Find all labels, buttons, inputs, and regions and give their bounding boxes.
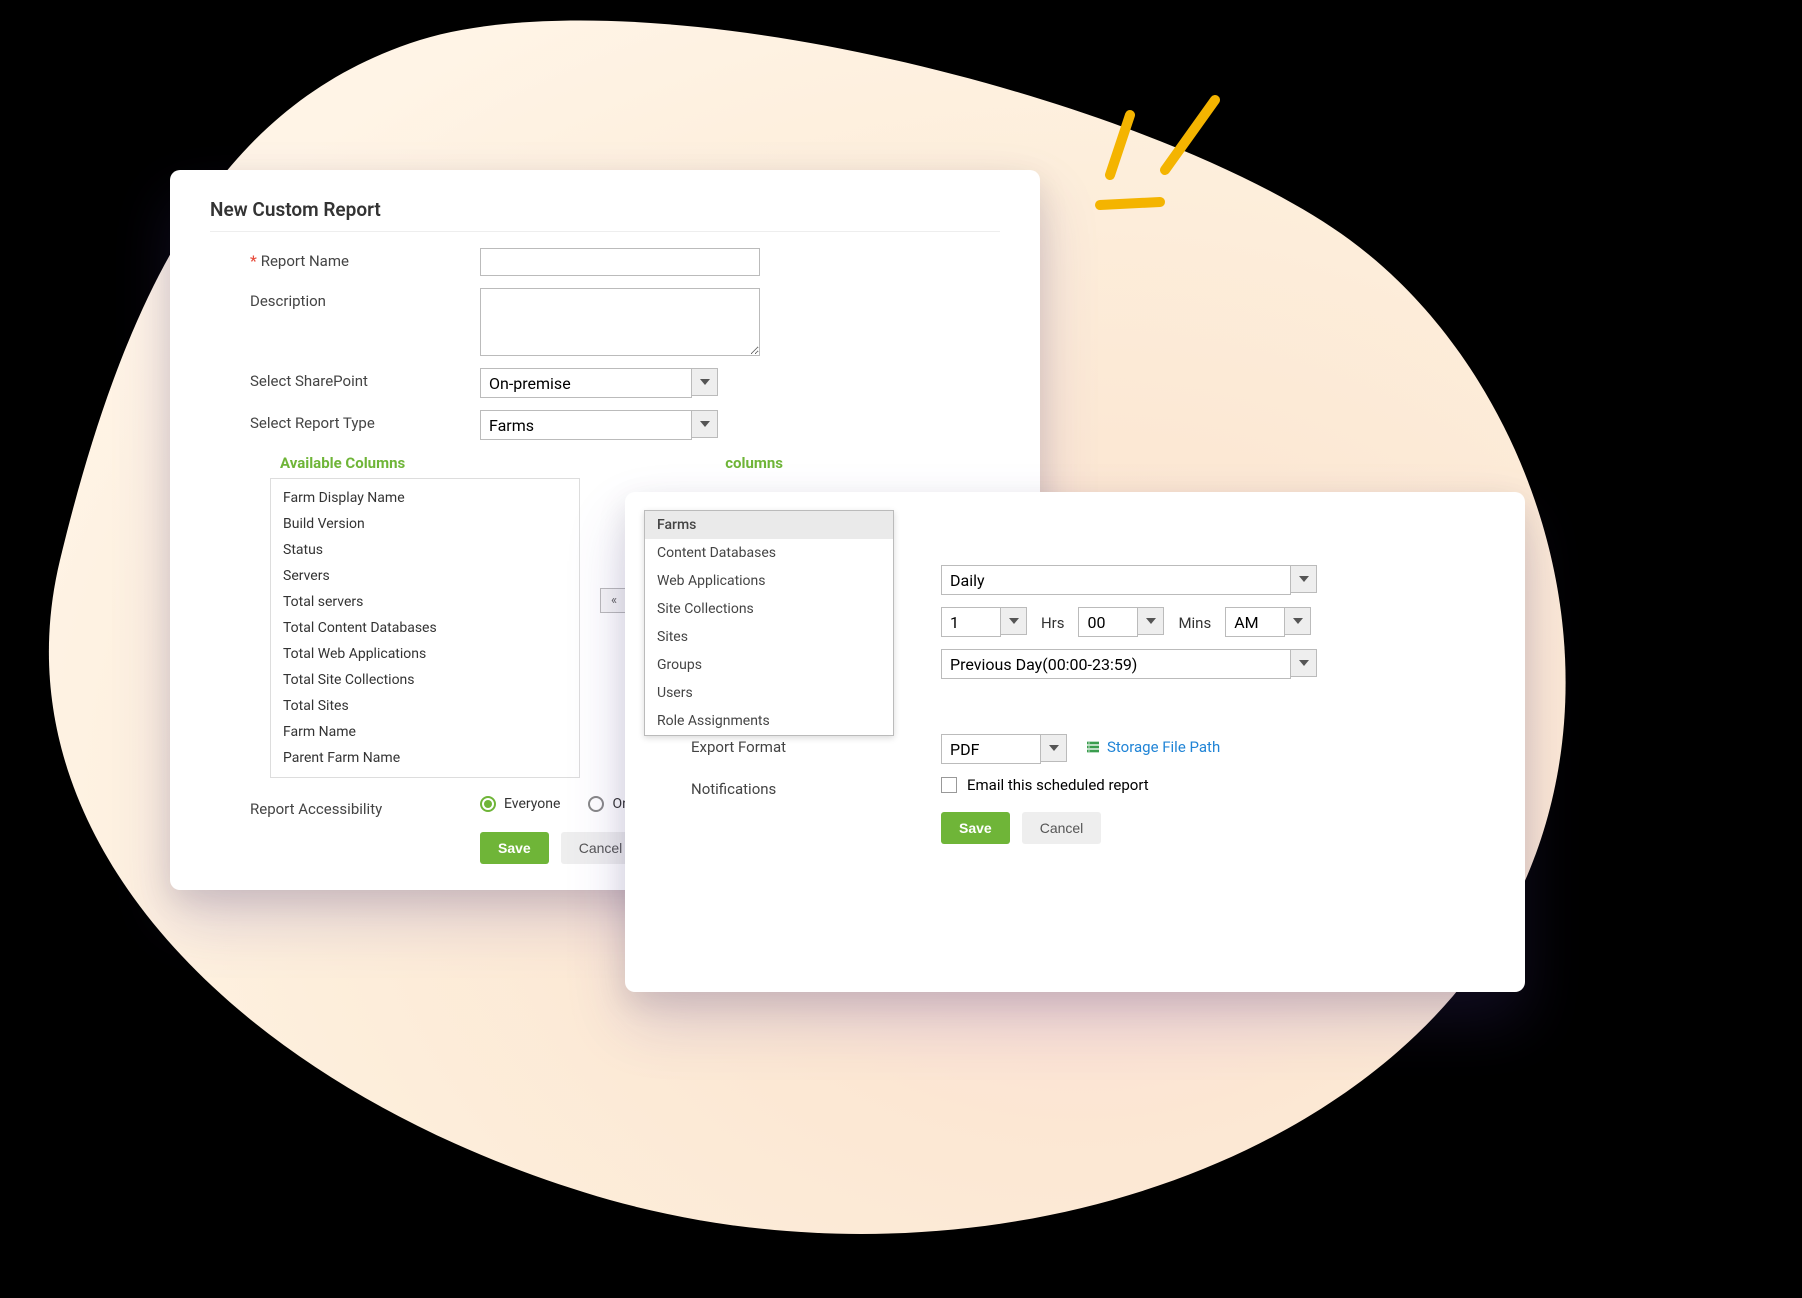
radio-everyone[interactable]: Everyone [480, 796, 560, 812]
generate-for-select[interactable]: Previous Day(00:00-23:59) [941, 649, 1317, 679]
radio-icon [588, 796, 604, 812]
report-type-option[interactable]: Content Databases [645, 539, 893, 567]
report-type-option[interactable]: Web Applications [645, 567, 893, 595]
chevron-down-icon[interactable] [1291, 565, 1317, 593]
storage-icon [1085, 739, 1101, 755]
chevron-double-left-icon: « [611, 593, 617, 608]
report-type-option[interactable]: Site Collections [645, 595, 893, 623]
label-select-report-type: Select Report Type [250, 410, 480, 432]
report-name-input[interactable] [480, 248, 760, 276]
list-item[interactable]: Farm Display Name [281, 485, 569, 511]
export-format-select[interactable]: PDF [941, 734, 1067, 764]
report-type-option[interactable]: Groups [645, 651, 893, 679]
label-select-sharepoint: Select SharePoint [250, 368, 480, 390]
chevron-down-icon[interactable] [692, 368, 718, 396]
chevron-down-icon[interactable] [1285, 607, 1311, 635]
label-export-format: Export Format [691, 734, 941, 756]
chevron-down-icon[interactable] [1291, 649, 1317, 677]
move-left-button[interactable]: « [600, 588, 628, 613]
schedule-minute-select[interactable]: 00 [1078, 607, 1164, 637]
report-type-option[interactable]: Role Assignments [645, 707, 893, 735]
selected-columns-header: columns [725, 454, 783, 472]
report-type-option[interactable]: Sites [645, 623, 893, 651]
list-item[interactable]: Parent Farm Name [281, 745, 569, 771]
schedule-select[interactable]: Daily [941, 565, 1317, 595]
label-mins: Mins [1178, 614, 1211, 632]
label-description: Description [250, 288, 480, 310]
list-item[interactable]: Farm Name [281, 719, 569, 745]
schedule-hour-select[interactable]: 1 [941, 607, 1027, 637]
chevron-down-icon[interactable] [1138, 607, 1164, 635]
available-columns-header: Available Columns [280, 454, 405, 472]
list-item[interactable]: Total servers [281, 589, 569, 615]
list-item[interactable]: Servers [281, 563, 569, 589]
schedule-ampm-select[interactable]: AM [1225, 607, 1311, 637]
list-item[interactable]: Status [281, 537, 569, 563]
chevron-down-icon[interactable] [692, 410, 718, 438]
sharepoint-select[interactable]: On-premise [480, 368, 718, 398]
label-hrs: Hrs [1041, 614, 1065, 632]
available-columns-listbox[interactable]: Farm Display Name Build Version Status S… [270, 478, 580, 778]
list-item[interactable]: Total Web Applications [281, 641, 569, 667]
label-notifications: Notifications [691, 776, 941, 798]
report-type-dropdown-menu: Farms Content Databases Web Applications… [644, 510, 894, 736]
report-type-option[interactable]: Farms [645, 511, 893, 539]
list-item[interactable]: Total Content Databases [281, 615, 569, 641]
radio-icon-selected [480, 796, 496, 812]
email-report-checkbox[interactable]: Email this scheduled report [941, 776, 1149, 794]
description-textarea[interactable] [480, 288, 760, 356]
label-report-name: *Report Name [250, 248, 480, 270]
report-type-select[interactable]: Farms [480, 410, 718, 440]
label-report-accessibility: Report Accessibility [250, 796, 480, 818]
checkbox-icon [941, 777, 957, 793]
storage-file-path-link[interactable]: Storage File Path [1085, 738, 1220, 756]
chevron-down-icon[interactable] [1041, 734, 1067, 762]
list-item[interactable]: Total Sites [281, 693, 569, 719]
list-item[interactable]: Total Site Collections [281, 667, 569, 693]
card-title: New Custom Report [210, 198, 1000, 232]
cancel-button[interactable]: Cancel [1022, 812, 1102, 844]
save-button[interactable]: Save [480, 832, 549, 864]
report-type-option[interactable]: Users [645, 679, 893, 707]
save-button[interactable]: Save [941, 812, 1010, 844]
chevron-down-icon[interactable] [1001, 607, 1027, 635]
list-item[interactable]: Build Version [281, 511, 569, 537]
